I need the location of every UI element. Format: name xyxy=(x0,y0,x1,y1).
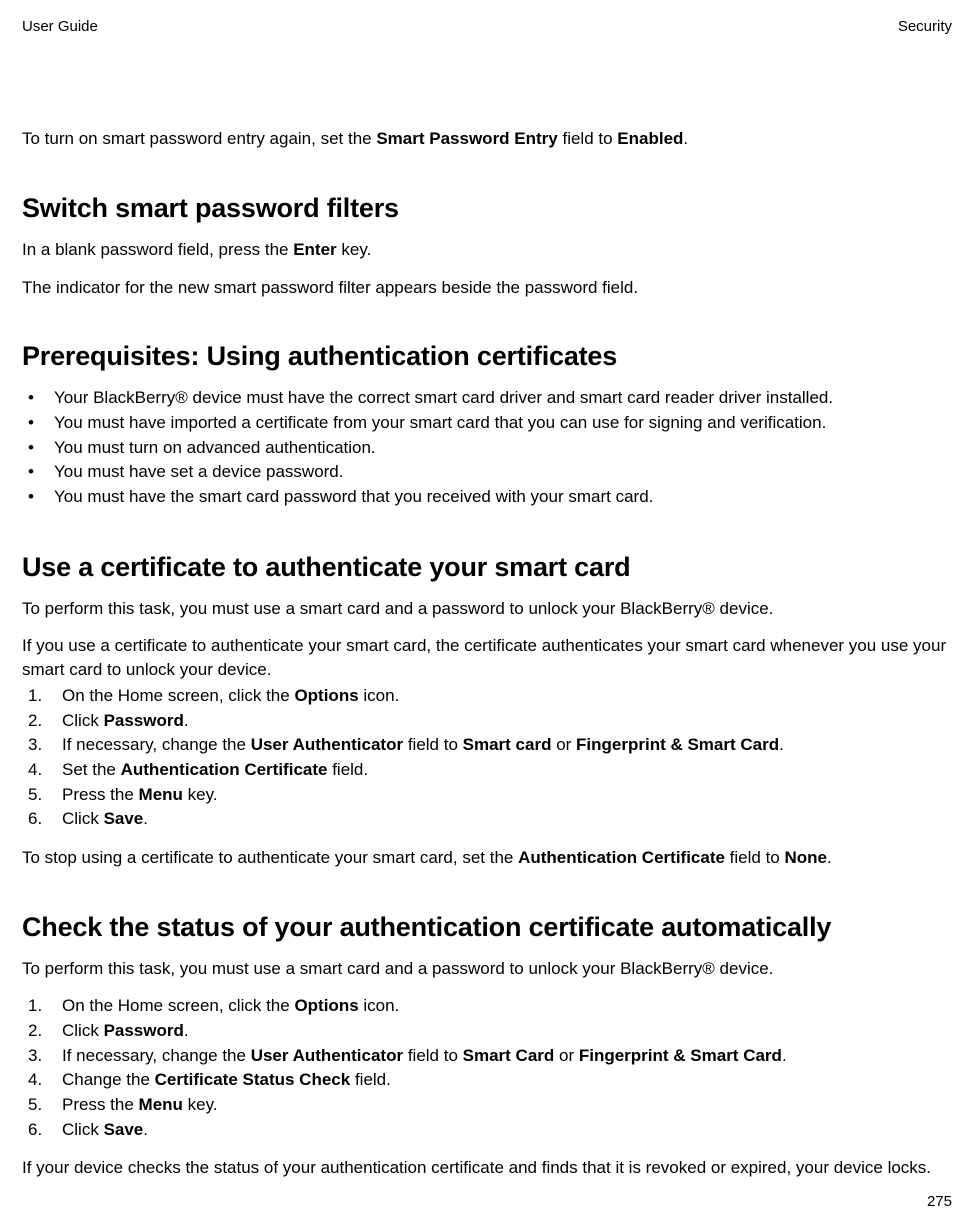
text-run: Change the xyxy=(62,1070,155,1089)
text-run: Password xyxy=(104,711,184,730)
text-run: Click xyxy=(62,711,104,730)
heading-use-certificate: Use a certificate to authenticate your s… xyxy=(22,552,952,583)
text-run: Click xyxy=(62,1021,104,1040)
text-run: . xyxy=(827,848,832,867)
header-left: User Guide xyxy=(22,18,98,35)
text-run: Smart Password Entry xyxy=(376,129,557,148)
text-run: or xyxy=(554,1046,579,1065)
text-run: . xyxy=(184,1021,189,1040)
text-run: key. xyxy=(337,240,372,259)
check-status-p2: If your device checks the status of your… xyxy=(22,1156,952,1180)
step-item: Click Save. xyxy=(26,807,952,832)
text-run: Click xyxy=(62,809,104,828)
header-right: Security xyxy=(898,18,952,35)
step-item: Press the Menu key. xyxy=(26,1093,952,1118)
text-run: icon. xyxy=(359,686,400,705)
text-run: Smart Card xyxy=(463,1046,555,1065)
text-run: field. xyxy=(327,760,368,779)
text-run: . xyxy=(779,735,784,754)
text-run: Click xyxy=(62,1120,104,1139)
step-item: If necessary, change the User Authentica… xyxy=(26,733,952,758)
heading-switch-filters: Switch smart password filters xyxy=(22,193,952,224)
text-run: field. xyxy=(350,1070,391,1089)
text-run: . xyxy=(143,809,148,828)
page-content: To turn on smart password entry again, s… xyxy=(0,127,974,1180)
text-run: Enter xyxy=(293,240,336,259)
use-cert-p2: If you use a certificate to authenticate… xyxy=(22,634,952,682)
text-run: Enabled xyxy=(617,129,683,148)
text-run: or xyxy=(551,735,576,754)
text-run: Save xyxy=(104,809,144,828)
text-run: Password xyxy=(104,1021,184,1040)
text-run: User Authenticator xyxy=(251,1046,403,1065)
text-run: Set the xyxy=(62,760,121,779)
use-cert-steps: On the Home screen, click the Options ic… xyxy=(26,684,952,832)
text-run: On the Home screen, click the xyxy=(62,686,294,705)
text-run: Fingerprint & Smart Card xyxy=(579,1046,782,1065)
text-run: field to xyxy=(403,735,463,754)
text-run: field to xyxy=(725,848,785,867)
step-item: If necessary, change the User Authentica… xyxy=(26,1044,952,1069)
text-run: key. xyxy=(183,785,218,804)
text-run: Authentication Certificate xyxy=(121,760,328,779)
page-number: 275 xyxy=(927,1193,952,1210)
text-run: field to xyxy=(558,129,618,148)
list-item: You must have imported a certificate fro… xyxy=(26,411,952,436)
switch-filters-p1: In a blank password field, press the Ent… xyxy=(22,238,952,262)
heading-prerequisites: Prerequisites: Using authentication cert… xyxy=(22,341,952,372)
text-run: Press the xyxy=(62,1095,139,1114)
text-run: None xyxy=(785,848,828,867)
text-run: . xyxy=(782,1046,787,1065)
text-run: To stop using a certificate to authentic… xyxy=(22,848,518,867)
list-item: You must have set a device password. xyxy=(26,460,952,485)
text-run: icon. xyxy=(359,996,400,1015)
step-item: Click Password. xyxy=(26,709,952,734)
step-item: Change the Certificate Status Check fiel… xyxy=(26,1068,952,1093)
switch-filters-p2: The indicator for the new smart password… xyxy=(22,276,952,300)
heading-check-status: Check the status of your authentication … xyxy=(22,912,952,943)
text-run: On the Home screen, click the xyxy=(62,996,294,1015)
text-run: Menu xyxy=(139,785,183,804)
text-run: If necessary, change the xyxy=(62,1046,251,1065)
text-run: In a blank password field, press the xyxy=(22,240,293,259)
step-item: Click Password. xyxy=(26,1019,952,1044)
text-run: . xyxy=(143,1120,148,1139)
text-run: Press the xyxy=(62,785,139,804)
text-run: key. xyxy=(183,1095,218,1114)
check-status-steps: On the Home screen, click the Options ic… xyxy=(26,994,952,1142)
step-item: Press the Menu key. xyxy=(26,783,952,808)
list-item: You must turn on advanced authentication… xyxy=(26,436,952,461)
text-run: Options xyxy=(294,996,358,1015)
page-header: User Guide Security xyxy=(0,0,974,35)
text-run: To turn on smart password entry again, s… xyxy=(22,129,376,148)
text-run: Options xyxy=(294,686,358,705)
step-item: On the Home screen, click the Options ic… xyxy=(26,684,952,709)
prerequisites-list: Your BlackBerry® device must have the co… xyxy=(26,386,952,509)
text-run: Certificate Status Check xyxy=(155,1070,351,1089)
list-item: You must have the smart card password th… xyxy=(26,485,952,510)
intro-paragraph: To turn on smart password entry again, s… xyxy=(22,127,952,151)
text-run: User Authenticator xyxy=(251,735,403,754)
text-run: Menu xyxy=(139,1095,183,1114)
use-cert-p3: To stop using a certificate to authentic… xyxy=(22,846,952,870)
text-run: Smart card xyxy=(463,735,552,754)
text-run: If necessary, change the xyxy=(62,735,251,754)
step-item: Click Save. xyxy=(26,1118,952,1143)
text-run: Fingerprint & Smart Card xyxy=(576,735,779,754)
text-run: Authentication Certificate xyxy=(518,848,725,867)
check-status-p1: To perform this task, you must use a sma… xyxy=(22,957,952,981)
text-run: . xyxy=(683,129,688,148)
use-cert-p1: To perform this task, you must use a sma… xyxy=(22,597,952,621)
list-item: Your BlackBerry® device must have the co… xyxy=(26,386,952,411)
text-run: field to xyxy=(403,1046,463,1065)
text-run: Save xyxy=(104,1120,144,1139)
step-item: On the Home screen, click the Options ic… xyxy=(26,994,952,1019)
text-run: . xyxy=(184,711,189,730)
step-item: Set the Authentication Certificate field… xyxy=(26,758,952,783)
